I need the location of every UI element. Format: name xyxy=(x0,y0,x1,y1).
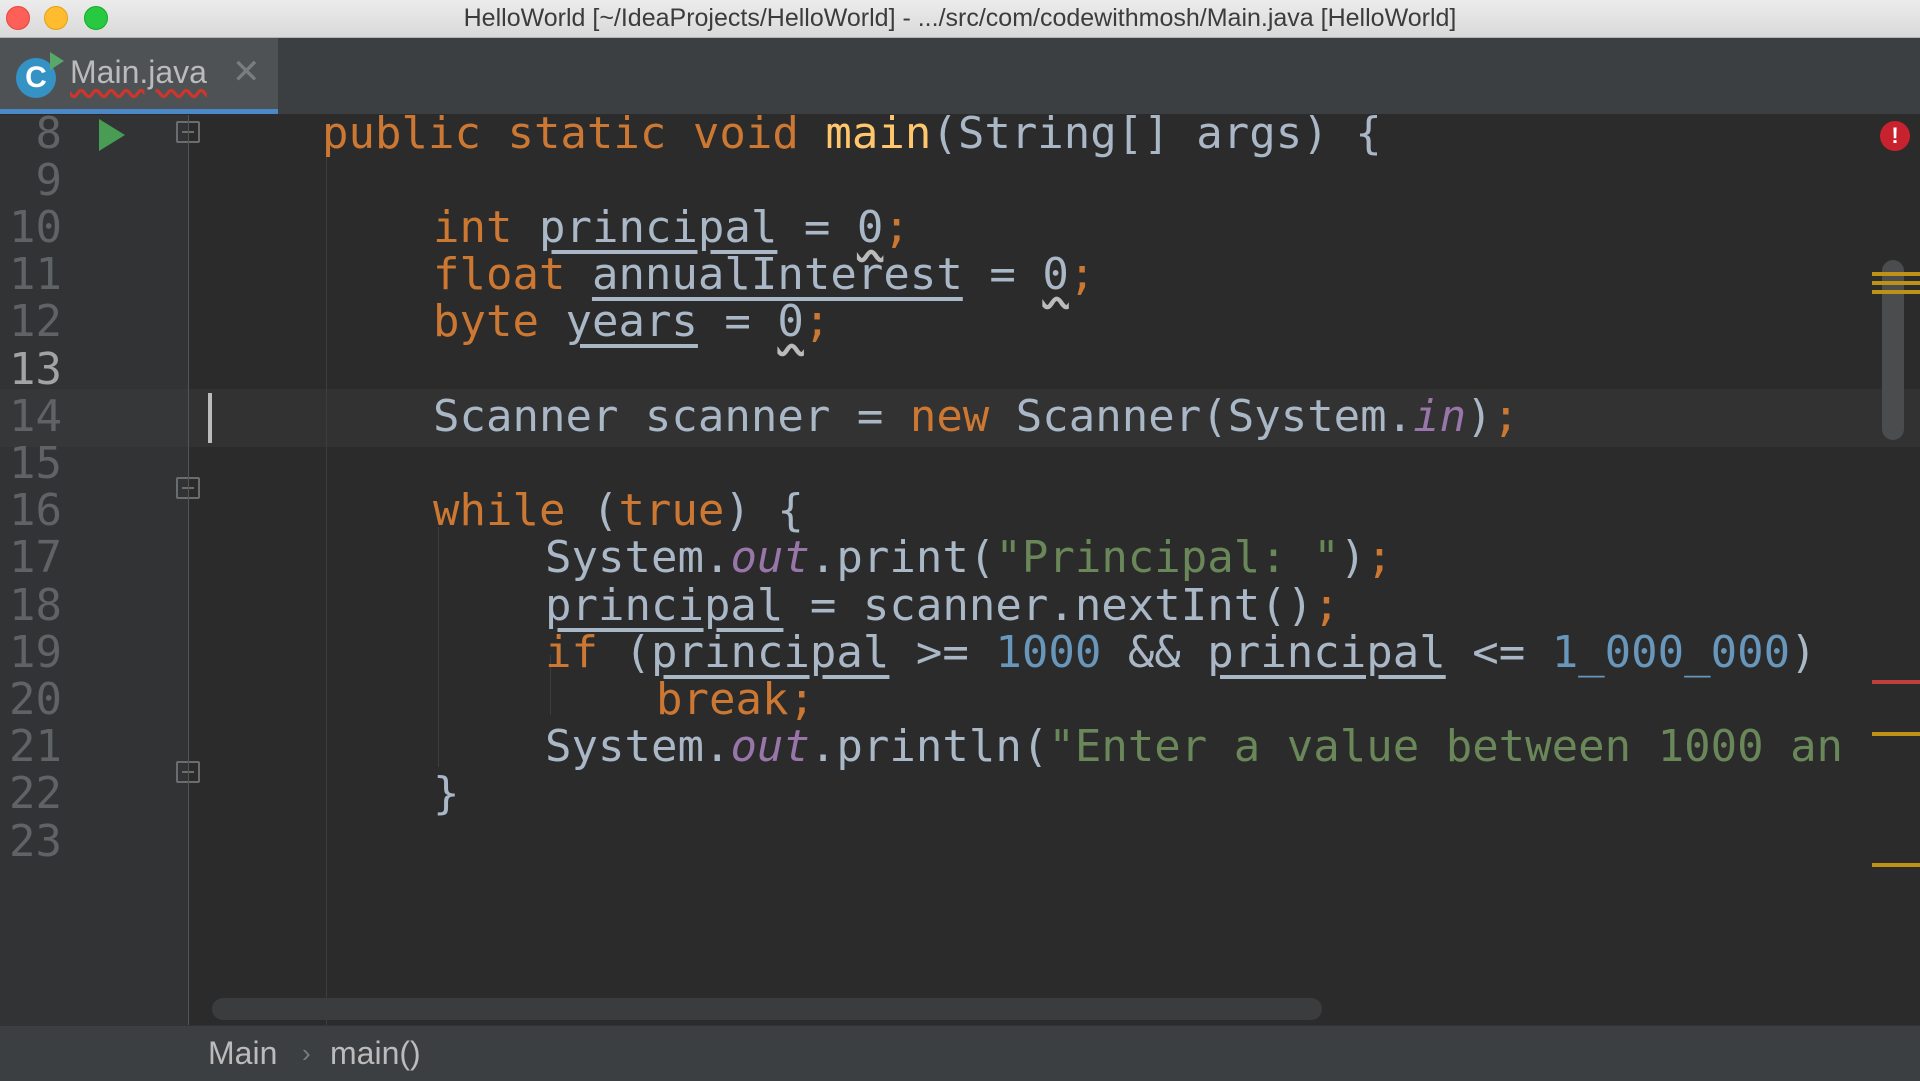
tab-main-java[interactable]: C Main.java ✕ xyxy=(0,38,278,114)
code-text: Scanner scanner = xyxy=(433,391,910,442)
text-caret xyxy=(208,393,212,443)
error-marker[interactable] xyxy=(1872,680,1920,684)
keyword: void xyxy=(692,115,799,159)
breadcrumb-separator: › xyxy=(302,1038,311,1068)
code-text: ) xyxy=(1466,391,1493,442)
editor-tab-bar: C Main.java ✕ xyxy=(0,38,1920,115)
window-title: HelloWorld [~/IdeaProjects/HelloWorld] -… xyxy=(463,4,1457,32)
keyword: public xyxy=(322,115,481,159)
keyword: byte xyxy=(433,296,539,347)
breadcrumb-item-class[interactable]: Main xyxy=(208,1035,277,1072)
code-text: ( xyxy=(597,627,651,678)
warning-marker[interactable] xyxy=(1872,290,1920,294)
indent-guide xyxy=(326,135,327,1025)
static-field: out xyxy=(730,532,810,583)
code-line-14[interactable]: Scanner scanner = new Scanner(System.in)… xyxy=(433,388,1920,446)
runnable-badge-icon xyxy=(50,52,64,70)
line-number-gutter[interactable]: 8 9 10 11 12 13 14 15 16 17 18 19 20 21 … xyxy=(0,115,200,1025)
warning-marker[interactable] xyxy=(1872,732,1920,736)
line-number: 23 xyxy=(9,816,62,867)
code-text: } xyxy=(433,768,460,819)
semicolon: ; xyxy=(1492,391,1520,442)
run-main-icon[interactable] xyxy=(99,119,125,151)
code-text: Scanner(System. xyxy=(989,391,1414,442)
error-indicator-icon[interactable]: ! xyxy=(1880,121,1910,151)
code-text: = xyxy=(697,296,778,347)
horizontal-scrollbar[interactable] xyxy=(212,998,1322,1020)
breadcrumb-item-method[interactable]: main() xyxy=(330,1035,421,1072)
variable: years xyxy=(565,296,698,347)
static-field: in xyxy=(1413,391,1467,442)
breadcrumb: Main › main() xyxy=(0,1025,1920,1081)
gutter-separator xyxy=(188,115,189,1025)
string-literal: "Principal: " xyxy=(995,532,1340,583)
java-class-icon: C xyxy=(16,52,64,98)
keyword: if xyxy=(545,627,598,678)
warning-marker[interactable] xyxy=(1872,281,1920,285)
code-line-22[interactable]: } xyxy=(433,765,1920,823)
literal-warning: 0 xyxy=(777,296,804,347)
code-text: .print( xyxy=(809,532,996,583)
method-name: main xyxy=(825,115,932,159)
code-line-12[interactable]: byte years = 0; xyxy=(433,293,1920,351)
code-text: (String[] args) { xyxy=(931,115,1382,159)
class-icon-letter: C xyxy=(25,61,47,94)
close-tab-icon[interactable]: ✕ xyxy=(232,52,261,92)
keyword: static xyxy=(507,115,667,159)
window-title-bar: HelloWorld [~/IdeaProjects/HelloWorld] -… xyxy=(0,0,1920,38)
warning-marker[interactable] xyxy=(1872,863,1920,867)
vertical-scrollbar[interactable] xyxy=(1882,260,1904,440)
code-text: ) xyxy=(1339,532,1367,583)
tab-label: Main.java xyxy=(70,54,207,90)
indent-guide xyxy=(438,527,439,767)
semicolon: ; xyxy=(803,296,831,347)
semicolon: ; xyxy=(1366,532,1393,583)
warning-marker[interactable] xyxy=(1872,272,1920,276)
code-text: System. xyxy=(545,532,731,583)
keyword: new xyxy=(909,391,990,442)
code-line-8[interactable]: public static void main(String[] args) { xyxy=(322,115,1920,163)
code-editor[interactable]: 8 9 10 11 12 13 14 15 16 17 18 19 20 21 … xyxy=(0,115,1920,1025)
